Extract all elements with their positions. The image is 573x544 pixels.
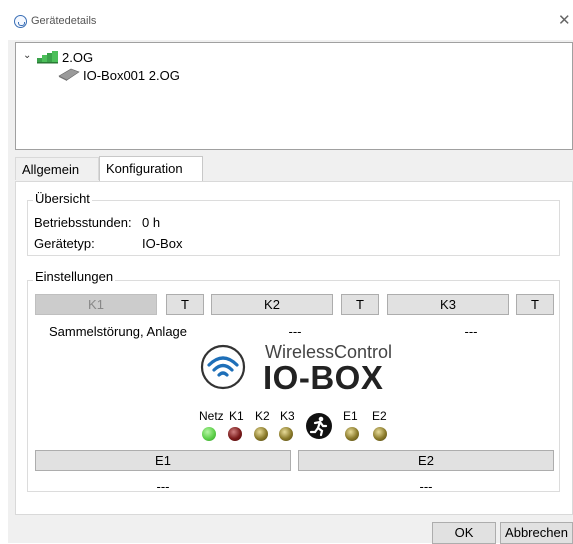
tree-item-device-label[interactable]: IO-Box001 2.OG	[83, 68, 180, 83]
settings-legend: Einstellungen	[33, 269, 116, 284]
relay-k2-test-button[interactable]: T	[341, 294, 379, 315]
relay-k3-status: ---	[464, 324, 478, 339]
led-k3	[279, 427, 293, 441]
device-type-value: IO-Box	[142, 236, 183, 251]
brand-iobox: IO-BOX	[263, 359, 384, 396]
io-box-device-icon	[58, 68, 80, 81]
emergency-exit-icon	[306, 413, 332, 439]
tab-allgemein[interactable]: Allgemein	[15, 157, 99, 180]
led-e1	[345, 427, 359, 441]
led-label-k3: K3	[280, 409, 294, 423]
app-icon	[14, 15, 27, 28]
led-label-netz: Netz	[199, 409, 224, 423]
tree-item-root-label[interactable]: 2.OG	[62, 50, 93, 65]
operating-hours-label: Betriebsstunden:	[34, 215, 132, 230]
led-label-k2: K2	[255, 409, 270, 423]
led-k2	[254, 427, 268, 441]
device-tree[interactable]: ⌄ 2.OG IO-Box001 2.OG	[15, 42, 573, 150]
relay-k1-test-button[interactable]: T	[166, 294, 204, 315]
led-label-e2: E2	[372, 409, 387, 423]
cancel-button[interactable]: Abbrechen	[500, 522, 573, 544]
relay-k1-status: Sammelstörung, Anlage	[48, 324, 188, 339]
window-title: Gerätedetails	[31, 15, 97, 27]
input-e2-status: ---	[419, 479, 433, 494]
expand-chevron-icon[interactable]: ⌄	[23, 50, 31, 61]
title-bar: Gerätedetails ✕	[0, 0, 573, 40]
configuration-panel: Übersicht Betriebsstunden: 0 h Gerätetyp…	[15, 181, 573, 515]
network-group-icon	[37, 51, 58, 64]
input-e2-button[interactable]: E2	[298, 450, 554, 471]
input-e1-status: ---	[156, 479, 170, 494]
tab-konfiguration[interactable]: Konfiguration	[99, 156, 203, 181]
led-k1	[228, 427, 242, 441]
led-netz	[202, 427, 216, 441]
relay-k1-button[interactable]: K1	[35, 294, 157, 315]
led-label-e1: E1	[343, 409, 358, 423]
ok-button[interactable]: OK	[432, 522, 496, 544]
input-e1-button[interactable]: E1	[35, 450, 291, 471]
device-type-label: Gerätetyp:	[34, 236, 95, 251]
wireless-signal-icon	[200, 344, 246, 390]
operating-hours-value: 0 h	[142, 215, 161, 230]
relay-k3-test-button[interactable]: T	[516, 294, 554, 315]
overview-legend: Übersicht	[33, 191, 92, 206]
relay-k2-status: ---	[288, 324, 302, 339]
close-icon[interactable]: ✕	[558, 11, 571, 29]
relay-k3-button[interactable]: K3	[387, 294, 509, 315]
led-label-k1: K1	[229, 409, 244, 423]
relay-k2-button[interactable]: K2	[211, 294, 333, 315]
led-e2	[373, 427, 387, 441]
